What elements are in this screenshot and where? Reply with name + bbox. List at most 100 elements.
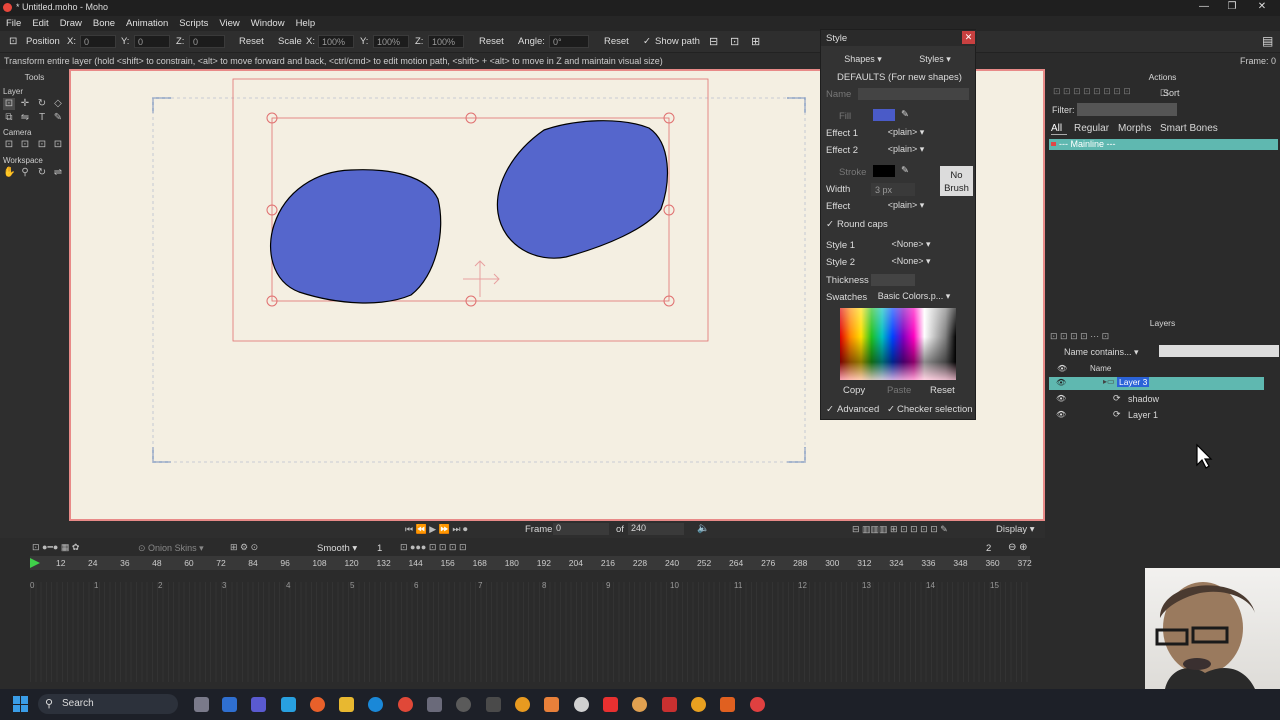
thickness-input[interactable] — [871, 274, 915, 286]
bones-icon[interactable]: ⊡ — [730, 35, 739, 48]
tab-morphs[interactable]: Morphs — [1118, 123, 1151, 134]
stroke-color-swatch[interactable] — [873, 165, 895, 177]
app-icon-6[interactable] — [720, 697, 735, 712]
copy-button[interactable]: Copy — [843, 385, 865, 396]
menu-window[interactable]: Window — [245, 16, 290, 29]
camera-track-icon[interactable]: ⊡ — [3, 139, 15, 151]
youtube-icon[interactable] — [603, 697, 618, 712]
text-icon[interactable]: T — [36, 112, 48, 124]
interpolation-count[interactable]: 1 — [377, 543, 382, 554]
timeline-toolbar-icons[interactable]: ⊡ ●━● ▦ ✿ — [32, 542, 79, 553]
hand-icon[interactable]: ✋ — [3, 167, 15, 179]
advanced-checkbox[interactable]: ✓ — [826, 404, 834, 415]
flip-icon[interactable]: ⇋ — [19, 112, 31, 124]
reset-scale-button[interactable]: Reset — [479, 36, 504, 47]
filter-input[interactable] — [1077, 103, 1177, 116]
layer-3-name-input[interactable]: Layer 3 — [1117, 377, 1150, 387]
task-view-icon[interactable] — [194, 697, 209, 712]
timeline-tracks[interactable]: 0 1 2 3 4 5 6 7 8 9 10 11 12 13 14 15 — [30, 581, 1030, 682]
keyframe-icons[interactable]: ⊞ ⚙ ⊙ — [230, 542, 258, 553]
app-icon-4[interactable] — [632, 697, 647, 712]
outlook-icon[interactable] — [222, 697, 237, 712]
close-button[interactable]: ✕ — [1255, 1, 1269, 12]
rotate-icon[interactable]: ↻ — [36, 98, 48, 110]
layer-filter-select[interactable]: Name contains... ▾ — [1064, 347, 1139, 358]
playhead-icon[interactable] — [30, 558, 40, 568]
app-icon-7[interactable] — [750, 697, 765, 712]
menu-bone[interactable]: Bone — [87, 16, 120, 29]
frame-input[interactable]: 0 — [553, 523, 609, 535]
zoom-icon[interactable]: ⚲ — [19, 167, 31, 179]
app-icon-3[interactable] — [544, 697, 559, 712]
edge-icon[interactable] — [368, 697, 383, 712]
maximize-button[interactable]: ❐ — [1225, 1, 1239, 12]
checker-checkbox[interactable]: ✓ — [887, 404, 895, 415]
position-z-input[interactable]: 0 — [189, 35, 225, 48]
tab-regular[interactable]: Regular — [1074, 123, 1109, 134]
effect1-select[interactable]: <plain> ▾ — [871, 127, 941, 140]
style1-select[interactable]: <None> ▾ — [871, 239, 951, 252]
effect2-select[interactable]: <plain> ▾ — [871, 144, 941, 157]
move-icon[interactable]: ✛ — [19, 98, 31, 110]
camera-pan-icon[interactable]: ⊡ — [52, 139, 64, 151]
panel-toggle-icon[interactable]: ▤ — [1262, 34, 1273, 48]
round-caps-checkbox[interactable]: ✓ — [826, 219, 834, 230]
audio-icon[interactable]: 🔈 — [697, 523, 709, 534]
style-close-icon[interactable]: ✕ — [962, 31, 975, 44]
moho-taskbar-icon[interactable] — [662, 697, 677, 712]
playback-controls[interactable]: ⏮ ⏪ ▶ ⏩ ⏭ ⏺ — [405, 524, 468, 535]
paste-button[interactable]: Paste — [887, 385, 911, 396]
minimize-button[interactable]: — — [1197, 1, 1211, 12]
position-x-input[interactable]: 0 — [80, 35, 116, 48]
layer-visibility-icon[interactable]: 👁 — [1056, 394, 1066, 403]
scale-y-input[interactable]: 100% — [373, 35, 409, 48]
rotate-workspace-icon[interactable]: ↻ — [36, 167, 48, 179]
reset-position-button[interactable]: Reset — [239, 36, 264, 47]
name-input[interactable] — [858, 88, 969, 100]
scale-icon[interactable]: ⧉ — [3, 112, 15, 124]
chrome-icon[interactable] — [398, 697, 413, 712]
layer-visibility-icon[interactable]: 👁 — [1056, 378, 1066, 387]
layer-toolbar-icons[interactable]: ⊡ ⊡ ⊡ ⊡ ⋯ ⊡ — [1050, 331, 1109, 342]
layer-row-1[interactable]: 👁 ⟳ Layer 1 — [1049, 409, 1264, 422]
fill-color-swatch[interactable] — [873, 109, 895, 121]
menu-scripts[interactable]: Scripts — [173, 16, 213, 29]
menu-help[interactable]: Help — [290, 16, 321, 29]
transform-layer-icon[interactable]: ⊡ — [3, 98, 15, 110]
styles-tab[interactable]: Styles ▾ — [903, 54, 967, 67]
pen-icon[interactable]: ✎ — [52, 112, 64, 124]
zoom-icons[interactable]: ⊖ ⊕ — [1008, 542, 1028, 553]
no-brush-button[interactable]: No Brush — [940, 166, 973, 196]
layer-row-shadow[interactable]: 👁 ⟳ shadow — [1049, 393, 1264, 406]
scale-z-input[interactable]: 100% — [428, 35, 464, 48]
angle-input[interactable]: 0° — [549, 35, 589, 48]
width-input[interactable]: 3 px — [871, 183, 915, 196]
store-icon[interactable] — [427, 697, 442, 712]
view-options-icons[interactable]: ⊟ ▥▥▥ ⊞ ⊡ ⊡ ⊡ ⊡ ✎ — [852, 524, 948, 535]
actions-toolbar-icons[interactable]: ⊡ ⊡ ⊡ ⊡ ⊡ ⊡ ⊡ ⊡ — [1053, 86, 1131, 97]
tab-smart-bones[interactable]: Smart Bones — [1160, 123, 1218, 134]
frame-ruler[interactable]: 12 24 36 48 60 72 84 96 108 120 132 144 156 168 180 192… — [30, 556, 1032, 570]
show-path-checkbox[interactable]: ✓ — [643, 36, 651, 47]
timeline-option-icons[interactable]: ⊡ ●●● ⊡ ⊡ ⊡ ⊡ — [400, 542, 467, 553]
app-icon-2[interactable] — [486, 697, 501, 712]
windows-start-icon[interactable] — [13, 696, 29, 712]
reset-style-button[interactable]: Reset — [930, 385, 955, 396]
shapes-tab[interactable]: Shapes ▾ — [831, 54, 895, 67]
copilot-icon[interactable] — [281, 697, 296, 712]
taskbar-search-box[interactable]: ⚲ Search — [38, 694, 178, 714]
layer-visibility-icon[interactable]: 👁 — [1056, 410, 1066, 419]
tab-all[interactable]: All — [1051, 123, 1067, 135]
layer-filter-input[interactable] — [1159, 345, 1279, 357]
menu-file[interactable]: File — [0, 16, 26, 29]
app-icon-1[interactable] — [456, 697, 471, 712]
camera-zoom-icon[interactable]: ⊡ — [19, 139, 31, 151]
total-frames-input[interactable]: 240 — [628, 523, 684, 535]
color-swatches-grid[interactable] — [840, 308, 956, 380]
reset-angle-button[interactable]: Reset — [604, 36, 629, 47]
mainline-row[interactable]: --- Mainline --- — [1049, 139, 1278, 150]
file-explorer-icon[interactable] — [339, 697, 354, 712]
chatgpt-icon[interactable] — [574, 697, 589, 712]
style2-select[interactable]: <None> ▾ — [871, 256, 951, 269]
onion-skins-select[interactable]: ⊙ Onion Skins ▾ — [138, 543, 204, 554]
